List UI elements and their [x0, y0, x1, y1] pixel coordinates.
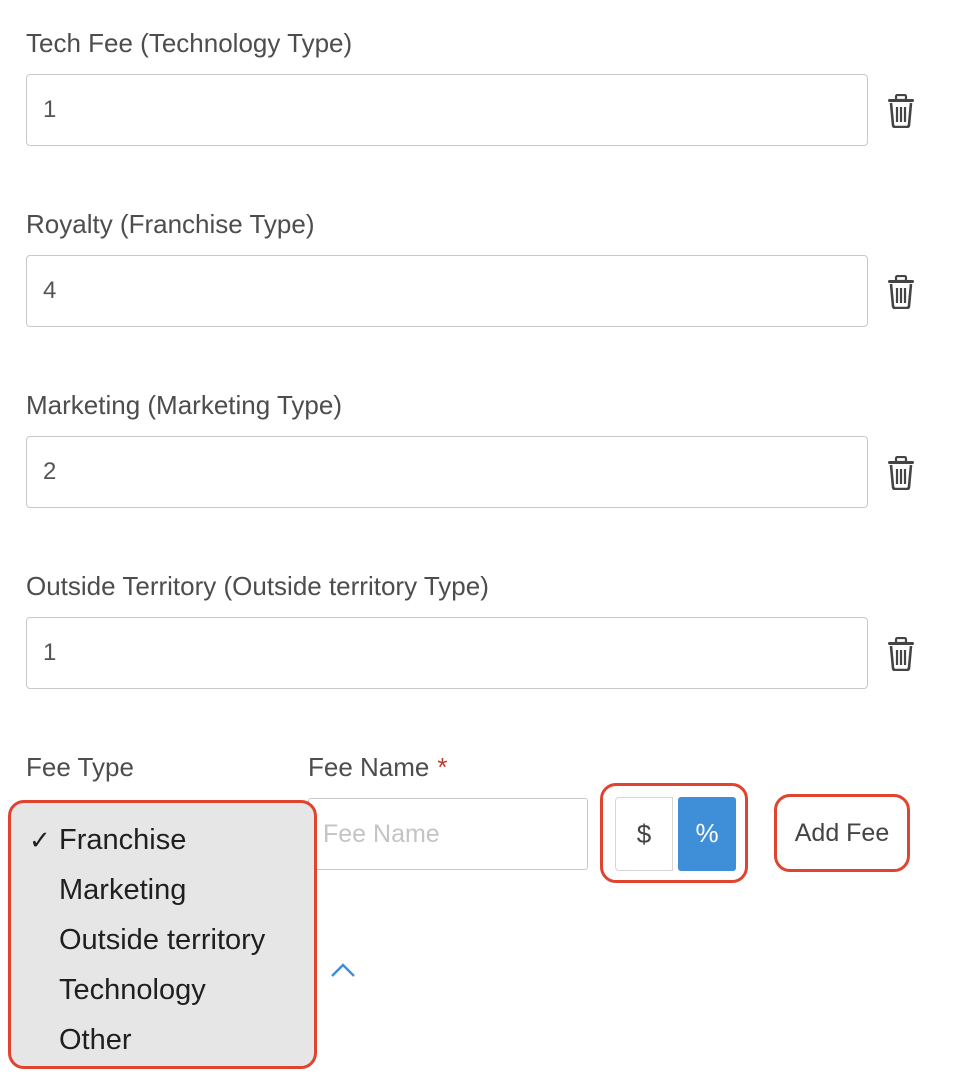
option-label: Technology	[59, 974, 206, 1006]
option-label: Franchise	[59, 824, 187, 856]
fee-type-option[interactable]: Marketing	[11, 865, 314, 915]
fee-label: Royalty (Franchise Type)	[26, 209, 315, 239]
fee-type-dropdown-menu: ✓ Franchise Marketing Outside territory …	[8, 800, 317, 1069]
fee-type-option[interactable]: Technology	[11, 965, 314, 1015]
chevron-up-icon[interactable]	[330, 962, 356, 978]
fee-amount-input[interactable]: 1	[26, 617, 868, 689]
fee-type-label: Fee Type	[26, 752, 134, 782]
dollar-unit-button[interactable]: $	[615, 797, 673, 871]
fee-type-option[interactable]: Other	[11, 1015, 314, 1065]
fee-label: Tech Fee (Technology Type)	[26, 28, 353, 58]
fee-label: Outside Territory (Outside territory Typ…	[26, 571, 489, 601]
option-label: Marketing	[59, 874, 187, 906]
trash-icon[interactable]	[886, 94, 916, 128]
fee-name-label-text: Fee Name	[308, 752, 430, 782]
trash-icon[interactable]	[886, 637, 916, 671]
fee-type-option[interactable]: Outside territory	[11, 915, 314, 965]
add-fee-button[interactable]: Add Fee	[782, 800, 902, 866]
fee-name-label: Fee Name *	[308, 752, 448, 782]
fee-amount-input[interactable]: 4	[26, 255, 868, 327]
fee-name-input[interactable]	[308, 798, 588, 870]
percent-unit-button[interactable]: %	[678, 797, 736, 871]
checkmark-icon: ✓	[29, 825, 51, 855]
fee-label: Marketing (Marketing Type)	[26, 390, 342, 420]
required-mark: *	[437, 752, 448, 782]
fee-type-option[interactable]: ✓ Franchise	[11, 815, 314, 865]
trash-icon[interactable]	[886, 456, 916, 490]
fee-amount-input[interactable]: 1	[26, 74, 868, 146]
option-label: Outside territory	[59, 924, 266, 956]
trash-icon[interactable]	[886, 275, 916, 309]
option-label: Other	[59, 1024, 132, 1056]
fee-amount-input[interactable]: 2	[26, 436, 868, 508]
